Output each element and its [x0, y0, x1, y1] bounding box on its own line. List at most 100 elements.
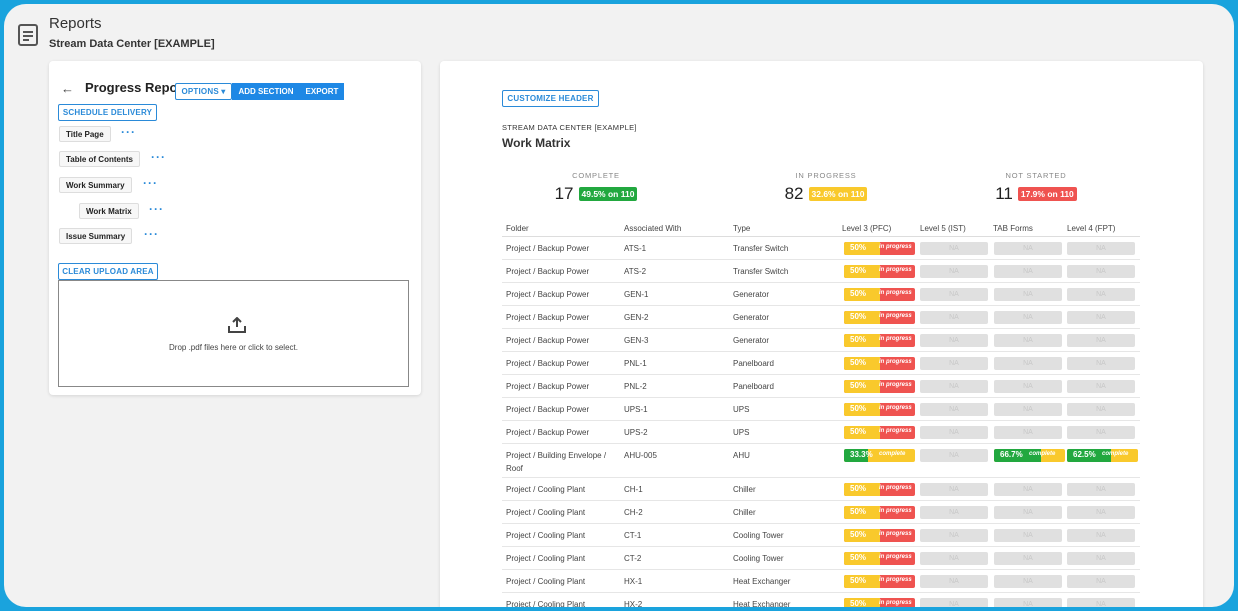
na-cell: NA: [920, 265, 988, 278]
table-row: Project / Cooling Plant CH-2 Chiller 50% in …: [502, 501, 1140, 524]
type-cell: Heat Exchanger: [733, 577, 791, 586]
folder-cell: Project / Cooling Plant: [506, 600, 586, 607]
associated-with-cell: HX-2: [624, 600, 643, 607]
progress-status: in progress: [879, 428, 912, 434]
type-cell: Transfer Switch: [733, 244, 789, 253]
progress-percent: 50%: [850, 404, 867, 413]
na-cell: NA: [920, 575, 988, 588]
folder-cell: Project / Backup Power: [506, 244, 590, 253]
na-cell: NA: [994, 506, 1062, 519]
more-options-icon[interactable]: ···: [144, 227, 159, 241]
progress-status: in progress: [879, 531, 912, 537]
type-cell: UPS: [733, 428, 750, 437]
progress-bar: 50% in progress: [844, 552, 915, 565]
entity-name: STREAM DATA CENTER [EXAMPLE]: [502, 123, 637, 132]
na-cell: NA: [920, 426, 988, 439]
more-options-icon[interactable]: ···: [143, 176, 158, 190]
dropzone-text: Drop .pdf files here or click to select.: [169, 343, 298, 352]
progress-percent: 50%: [850, 335, 867, 344]
na-cell: NA: [1067, 529, 1135, 542]
table-row: Project / Backup Power PNL-1 Panelboard 50%…: [502, 352, 1140, 375]
folder-cell: Project / Backup Power: [506, 405, 590, 414]
na-cell: NA: [1067, 598, 1135, 607]
stat-count: 82: [784, 184, 804, 203]
folder-cell: Project / Backup Power: [506, 313, 590, 322]
progress-percent: 50%: [850, 381, 867, 390]
progress-status: in progress: [879, 267, 912, 273]
progress-bar: 50% in progress: [844, 403, 915, 416]
clear-upload-area-button[interactable]: CLEAR UPLOAD AREA: [58, 263, 158, 280]
progress-bar: 62.5% complete: [1067, 449, 1138, 462]
associated-with-cell: CH-1: [624, 485, 643, 494]
column-header-level-3: Level 3 (PFC): [842, 224, 892, 233]
stat-badge: 17.9% on 110: [1017, 187, 1077, 201]
section-work-matrix[interactable]: Work Matrix: [79, 203, 139, 219]
table-row: Project / Cooling Plant CH-1 Chiller 50% in …: [502, 478, 1140, 501]
export-button[interactable]: EXPORT: [300, 83, 344, 100]
customize-header-button[interactable]: CUSTOMIZE HEADER: [502, 90, 599, 107]
na-cell: NA: [1067, 265, 1135, 278]
type-cell: Transfer Switch: [733, 267, 789, 276]
na-cell: NA: [1067, 552, 1135, 565]
na-cell: NA: [920, 334, 988, 347]
na-cell: NA: [1067, 334, 1135, 347]
page-title: Reports: [49, 15, 102, 32]
associated-with-cell: CH-2: [624, 508, 643, 517]
progress-percent: 62.5%: [1073, 450, 1096, 459]
table-row: Project / Backup Power ATS-1 Transfer Swit…: [502, 237, 1140, 260]
folder-cell: Project / Backup Power: [506, 382, 590, 391]
progress-percent: 50%: [850, 243, 867, 252]
na-cell: NA: [920, 449, 988, 462]
na-cell: NA: [920, 506, 988, 519]
options-button[interactable]: OPTIONS ▾: [175, 83, 232, 100]
na-cell: NA: [994, 357, 1062, 370]
stat-label: IN PROGRESS: [795, 171, 857, 180]
na-cell: NA: [1067, 311, 1135, 324]
stat-complete: COMPLETE 17 49.5% on 110: [506, 171, 686, 204]
section-title-page[interactable]: Title Page: [59, 126, 111, 142]
more-options-icon[interactable]: ···: [149, 202, 164, 216]
associated-with-cell: ATS-2: [624, 267, 647, 276]
na-cell: NA: [920, 311, 988, 324]
type-cell: Generator: [733, 313, 770, 322]
progress-status: complete: [1102, 451, 1129, 457]
na-cell: NA: [994, 529, 1062, 542]
progress-status: in progress: [879, 359, 912, 365]
folder-cell: Project / Cooling Plant: [506, 485, 586, 494]
pdf-dropzone[interactable]: Drop .pdf files here or click to select.: [58, 280, 409, 387]
na-cell: NA: [1067, 288, 1135, 301]
schedule-delivery-button[interactable]: SCHEDULE DELIVERY: [58, 104, 157, 121]
na-cell: NA: [920, 598, 988, 607]
add-section-button[interactable]: ADD SECTION: [232, 83, 300, 100]
report-builder-panel: ← Progress Report OPTIONS ▾ ADD SECTION …: [49, 61, 421, 395]
more-options-icon[interactable]: ···: [151, 150, 166, 164]
upload-icon: [228, 317, 246, 333]
associated-with-cell: CT-1: [624, 531, 642, 540]
section-table-of-contents[interactable]: Table of Contents: [59, 151, 140, 167]
back-arrow-icon[interactable]: ←: [61, 81, 74, 96]
section-work-summary[interactable]: Work Summary: [59, 177, 132, 193]
associated-with-cell: GEN-2: [624, 313, 649, 322]
progress-bar: 50% in progress: [844, 311, 915, 324]
progress-percent: 50%: [850, 553, 867, 562]
na-cell: NA: [994, 311, 1062, 324]
na-cell: NA: [920, 483, 988, 496]
na-cell: NA: [994, 552, 1062, 565]
progress-percent: 50%: [850, 266, 867, 275]
progress-bar: 50% in progress: [844, 575, 915, 588]
progress-status: complete: [879, 451, 906, 457]
table-row: Project / Cooling Plant CT-1 Cooling Tower…: [502, 524, 1140, 547]
table-row: Project / Backup Power UPS-1 UPS 50% in prog…: [502, 398, 1140, 421]
more-options-icon[interactable]: ···: [121, 125, 136, 139]
report-preview-panel: CUSTOMIZE HEADER STREAM DATA CENTER [EXA…: [440, 61, 1203, 607]
stat-count: 17: [554, 184, 574, 203]
progress-bar: 33.3% complete: [844, 449, 915, 462]
stat-badge: 49.5% on 110: [578, 187, 638, 201]
section-issue-summary[interactable]: Issue Summary: [59, 228, 133, 244]
folder-cell: Project / Cooling Plant: [506, 508, 586, 517]
associated-with-cell: UPS-1: [624, 405, 648, 414]
column-header-level-4: Level 4 (FPT): [1067, 224, 1116, 233]
type-cell: Heat Exchanger: [733, 600, 791, 607]
progress-status: in progress: [879, 405, 912, 411]
progress-percent: 50%: [850, 358, 867, 367]
